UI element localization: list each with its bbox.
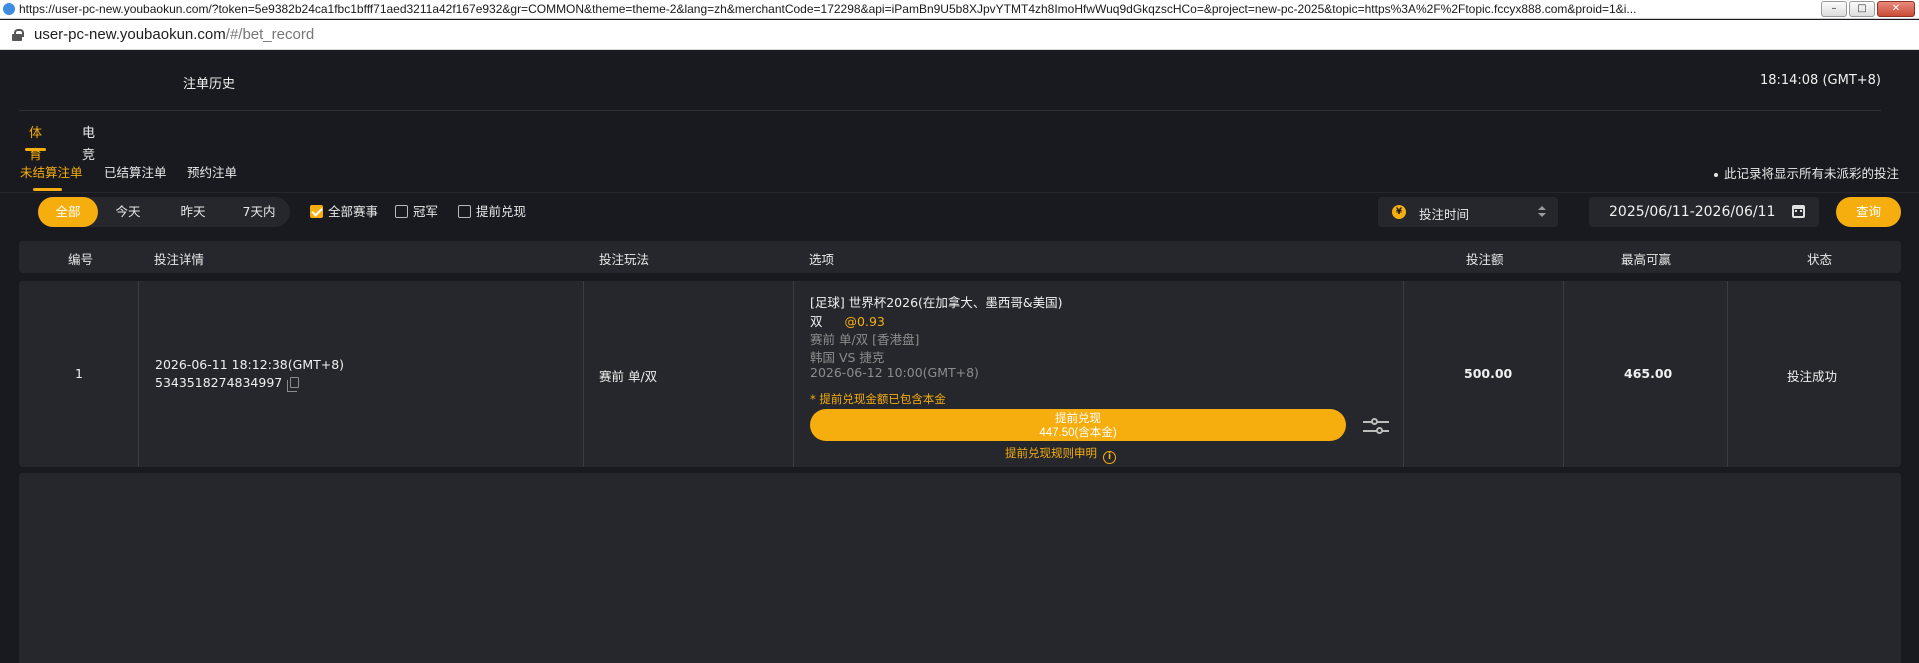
sort-arrows-icon (1538, 205, 1546, 219)
selection-value: 双 (810, 314, 823, 329)
match-teams: 韩国 VS 捷克 (810, 350, 885, 365)
checkbox-icon[interactable] (458, 205, 471, 218)
checkbox-early-cashout-label: 提前兑现 (476, 204, 527, 219)
yen-coin-icon: ¥ (1392, 205, 1406, 219)
play-type: 赛前 单/双 (599, 369, 658, 384)
table-header: 编号 投注详情 投注玩法 选项 投注额 最高可赢 状态 (19, 241, 1901, 273)
server-time: 18:14:08 (GMT+8) (1759, 73, 1881, 88)
tab-unsettled[interactable]: 未结算注单 (20, 163, 83, 191)
close-window-button[interactable]: ✕ (1877, 1, 1915, 17)
bet-id: 5343518274834997 (155, 375, 283, 390)
header-divider (19, 110, 1881, 111)
date-range-value: 2025/06/11-2026/06/11 (1609, 204, 1776, 220)
browser-title-bar: https://user-pc-new.youbaokun.com/?token… (0, 0, 1919, 19)
column-divider (1403, 281, 1404, 467)
table-row: 1 2026-06-11 18:12:38(GMT+8) 53435182748… (19, 281, 1901, 467)
notice-text: 此记录将显示所有未派彩的投注 (1723, 166, 1899, 181)
checkbox-all-events-label: 全部赛事 (328, 204, 379, 219)
column-divider (583, 281, 584, 467)
checkbox-all-events[interactable]: 全部赛事 (310, 204, 378, 220)
col-header-stake: 投注额 (1466, 252, 1504, 267)
column-divider (138, 281, 139, 467)
cashout-note: * 提前兑现金额已包含本金 (810, 392, 946, 406)
col-header-play-type: 投注玩法 (599, 252, 650, 267)
date-range-picker[interactable]: 2025/06/11-2026/06/11 (1589, 197, 1819, 227)
query-button[interactable]: 查询 (1836, 197, 1901, 227)
market-name: 赛前 单/双 [香港盘] (810, 332, 920, 347)
checkbox-icon[interactable] (395, 205, 408, 218)
tab-reserved[interactable]: 预约注单 (187, 163, 237, 191)
checkbox-early-cashout[interactable]: 提前兑现 (458, 204, 526, 220)
column-divider (1727, 281, 1728, 467)
col-header-status: 状态 (1807, 252, 1833, 267)
cashout-amount: 447.50(含本金) (1039, 427, 1117, 439)
slider-knob (1371, 418, 1378, 425)
address-url[interactable]: user-pc-new.youbaokun.com/#/bet_record (34, 26, 314, 43)
stake-amount: 500.00 (1464, 366, 1513, 381)
early-cashout-button[interactable]: 提前兑现 447.50(含本金) (810, 409, 1346, 441)
maximize-button[interactable]: □ (1849, 1, 1875, 17)
url-path: /#/bet_record (225, 26, 315, 43)
url-host: user-pc-new.youbaokun.com (34, 26, 226, 43)
tab-esports[interactable]: 电竞 (72, 123, 105, 163)
tab-settled[interactable]: 已结算注单 (104, 163, 167, 191)
selection-line: 双 @0.93 (810, 311, 885, 330)
page-title: 注单历史 (183, 77, 236, 92)
unsettled-notice: 此记录将显示所有未派彩的投注 (1713, 163, 1899, 182)
match-time: 2026-06-12 10:00(GMT+8) (810, 365, 979, 380)
sort-select[interactable]: ¥ 投注时间 (1378, 197, 1558, 227)
calendar-icon[interactable] (1792, 205, 1805, 218)
bet-id-wrap: 5343518274834997 (155, 375, 300, 392)
checkbox-champion[interactable]: 冠军 (395, 204, 438, 220)
cashout-slider-icon[interactable] (1363, 417, 1389, 435)
col-header-bet-detail: 投注详情 (154, 252, 205, 267)
col-header-selection: 选项 (809, 252, 835, 267)
bet-status: 投注成功 (1787, 369, 1838, 384)
column-divider (1563, 281, 1564, 467)
address-bar[interactable]: user-pc-new.youbaokun.com/#/bet_record (0, 20, 1919, 50)
col-header-max-win: 最高可赢 (1621, 252, 1672, 267)
info-icon[interactable]: i (1103, 451, 1116, 464)
checkbox-checked-icon[interactable] (310, 205, 323, 218)
max-win-amount: 465.00 (1624, 366, 1673, 381)
minimize-button[interactable]: – (1821, 1, 1847, 17)
copy-icon[interactable] (287, 377, 300, 392)
filter-all[interactable]: 全部 (38, 197, 98, 227)
selection-odds: @0.93 (844, 314, 885, 329)
filter-yesterday[interactable]: 昨天 (158, 197, 228, 227)
row-index: 1 (75, 366, 83, 381)
cashout-title: 提前兑现 (1055, 413, 1101, 425)
date-filter-segment: 全部 今天 昨天 7天内 (38, 197, 290, 227)
lock-icon (12, 29, 24, 41)
cashout-rules-text[interactable]: 提前兑现规则申明 (1005, 446, 1097, 460)
bet-record-page: 注单历史 18:14:08 (GMT+8) 体育 电竞 未结算注单 已结算注单 … (0, 51, 1919, 663)
window-title-url: https://user-pc-new.youbaokun.com/?token… (19, 2, 1637, 16)
cashout-rules-link[interactable]: 提前兑现规则申明 i (1005, 445, 1116, 464)
slider-knob (1376, 427, 1383, 434)
bet-time: 2026-06-11 18:12:38(GMT+8) (155, 357, 345, 372)
table-empty-area (19, 473, 1901, 663)
subtabs-divider (0, 192, 1919, 193)
filter-7days[interactable]: 7天内 (228, 197, 290, 227)
checkbox-champion-label: 冠军 (413, 204, 439, 219)
column-divider (793, 281, 794, 467)
bullet-icon (1713, 172, 1718, 177)
bet-status-tabs: 未结算注单 已结算注单 预约注单 (0, 163, 1919, 193)
league-name: [足球] 世界杯2026(在加拿大、墨西哥&美国) (810, 295, 1063, 310)
filter-today[interactable]: 今天 (98, 197, 158, 227)
col-header-index: 编号 (68, 252, 94, 267)
tab-sports[interactable]: 体育 (19, 123, 52, 163)
sort-select-value: 投注时间 (1419, 207, 1470, 222)
favicon-icon (3, 3, 15, 15)
